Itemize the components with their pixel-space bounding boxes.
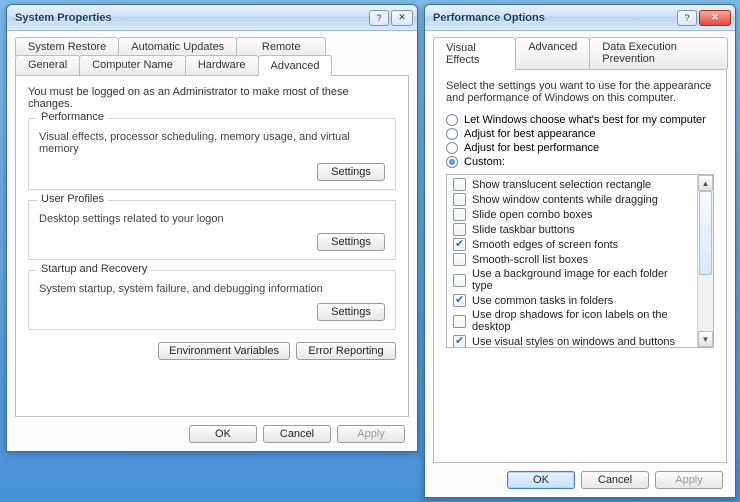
checklist-item[interactable]: Smooth-scroll list boxes xyxy=(451,252,693,267)
checklist-item[interactable]: Slide open combo boxes xyxy=(451,207,693,222)
checkbox-label: Smooth edges of screen fonts xyxy=(472,239,618,251)
intro-text: Select the settings you want to use for … xyxy=(446,80,714,104)
tab-advanced[interactable]: Advanced xyxy=(258,55,333,76)
group-desc: Visual effects, processor scheduling, me… xyxy=(39,131,385,155)
checkbox[interactable] xyxy=(453,238,466,251)
user-profiles-settings-button[interactable]: Settings xyxy=(317,233,385,251)
radio-option[interactable]: Adjust for best performance xyxy=(446,142,714,154)
checkbox[interactable] xyxy=(453,208,466,221)
tab-panel-advanced: You must be logged on as an Administrato… xyxy=(15,75,409,417)
group-performance: Performance Visual effects, processor sc… xyxy=(28,118,396,190)
titlebar[interactable]: Performance Options ? ✕ xyxy=(425,5,735,31)
group-desc: System startup, system failure, and debu… xyxy=(39,283,385,295)
checkbox[interactable] xyxy=(453,335,466,348)
tab-system-restore[interactable]: System Restore xyxy=(15,37,119,56)
group-title: Startup and Recovery xyxy=(37,263,151,275)
checklist-item[interactable]: Slide taskbar buttons xyxy=(451,222,693,237)
checkbox[interactable] xyxy=(453,193,466,206)
radio-indicator[interactable] xyxy=(446,142,458,154)
checkbox-label: Smooth-scroll list boxes xyxy=(472,254,588,266)
checkbox[interactable] xyxy=(453,315,466,328)
radio-label: Adjust for best performance xyxy=(464,142,599,154)
window-title: Performance Options xyxy=(433,12,677,24)
ok-button[interactable]: OK xyxy=(507,471,575,489)
checkbox-label: Slide open combo boxes xyxy=(472,209,592,221)
tab-visual-effects[interactable]: Visual Effects xyxy=(433,37,516,70)
checklist-item[interactable]: Show window contents while dragging xyxy=(451,192,693,207)
tab-automatic-updates[interactable]: Automatic Updates xyxy=(118,37,237,56)
checkbox-label: Use drop shadows for icon labels on the … xyxy=(472,309,691,333)
checkbox-label: Show translucent selection rectangle xyxy=(472,179,651,191)
tab-general[interactable]: General xyxy=(15,55,80,75)
scroll-track[interactable] xyxy=(698,191,713,331)
system-properties-window: System Properties ? ✕ System Restore Aut… xyxy=(6,4,418,452)
checklist-item[interactable]: Smooth edges of screen fonts xyxy=(451,237,693,252)
checkbox[interactable] xyxy=(453,253,466,266)
checkbox[interactable] xyxy=(453,178,466,191)
checkbox-label: Use visual styles on windows and buttons xyxy=(472,336,675,348)
radio-label: Custom: xyxy=(464,156,505,168)
checklist-item[interactable]: Show translucent selection rectangle xyxy=(451,177,693,192)
checklist-item[interactable]: Use common tasks in folders xyxy=(451,293,693,308)
help-button[interactable]: ? xyxy=(369,10,389,26)
tab-remote[interactable]: Remote xyxy=(236,37,326,56)
checklist-item[interactable]: Use visual styles on windows and buttons xyxy=(451,334,693,348)
environment-variables-button[interactable]: Environment Variables xyxy=(158,342,290,360)
tab-panel-visual-effects: Select the settings you want to use for … xyxy=(433,69,727,463)
radio-indicator[interactable] xyxy=(446,156,458,168)
help-button[interactable]: ? xyxy=(677,10,697,26)
tab-computer-name[interactable]: Computer Name xyxy=(79,55,186,75)
error-reporting-button[interactable]: Error Reporting xyxy=(296,342,396,360)
tab-row: Visual Effects Advanced Data Execution P… xyxy=(433,37,727,69)
performance-options-window: Performance Options ? ✕ Visual Effects A… xyxy=(424,4,736,498)
group-user-profiles: User Profiles Desktop settings related t… xyxy=(28,200,396,260)
checklist-item[interactable]: Use a background image for each folder t… xyxy=(451,267,693,293)
close-button[interactable]: ✕ xyxy=(699,10,731,26)
radio-option[interactable]: Custom: xyxy=(446,156,714,168)
apply-button[interactable]: Apply xyxy=(655,471,723,489)
checkbox-label: Show window contents while dragging xyxy=(472,194,658,206)
window-title: System Properties xyxy=(15,12,369,24)
radio-option[interactable]: Adjust for best appearance xyxy=(446,128,714,140)
visual-effects-checklist: Show translucent selection rectangle Show… xyxy=(446,174,714,348)
visual-effects-radio-group: Let Windows choose what's best for my co… xyxy=(446,112,714,170)
checkbox[interactable] xyxy=(453,294,466,307)
ok-button[interactable]: OK xyxy=(189,425,257,443)
titlebar[interactable]: System Properties ? ✕ xyxy=(7,5,417,31)
group-title: User Profiles xyxy=(37,193,108,205)
performance-settings-button[interactable]: Settings xyxy=(317,163,385,181)
radio-indicator[interactable] xyxy=(446,114,458,126)
tab-row-upper: System Restore Automatic Updates Remote xyxy=(15,37,409,56)
apply-button[interactable]: Apply xyxy=(337,425,405,443)
checkbox-label: Slide taskbar buttons xyxy=(472,224,575,236)
checkbox-label: Use a background image for each folder t… xyxy=(472,268,691,292)
checkbox[interactable] xyxy=(453,274,466,287)
radio-option[interactable]: Let Windows choose what's best for my co… xyxy=(446,114,714,126)
scroll-thumb[interactable] xyxy=(699,191,712,275)
checkbox[interactable] xyxy=(453,223,466,236)
checklist-item[interactable]: Use drop shadows for icon labels on the … xyxy=(451,308,693,334)
group-desc: Desktop settings related to your logon xyxy=(39,213,385,225)
scrollbar[interactable]: ▲ ▼ xyxy=(697,175,713,347)
tab-hardware[interactable]: Hardware xyxy=(185,55,259,75)
group-title: Performance xyxy=(37,111,108,123)
scroll-down-button[interactable]: ▼ xyxy=(698,331,713,347)
close-button[interactable]: ✕ xyxy=(391,10,413,26)
tab-dep[interactable]: Data Execution Prevention xyxy=(589,37,728,69)
tab-advanced[interactable]: Advanced xyxy=(515,37,590,69)
tab-row-lower: General Computer Name Hardware Advanced xyxy=(15,55,409,75)
cancel-button[interactable]: Cancel xyxy=(581,471,649,489)
radio-label: Adjust for best appearance xyxy=(464,128,595,140)
radio-indicator[interactable] xyxy=(446,128,458,140)
startup-settings-button[interactable]: Settings xyxy=(317,303,385,321)
radio-label: Let Windows choose what's best for my co… xyxy=(464,114,706,126)
cancel-button[interactable]: Cancel xyxy=(263,425,331,443)
group-startup-recovery: Startup and Recovery System startup, sys… xyxy=(28,270,396,330)
scroll-up-button[interactable]: ▲ xyxy=(698,175,713,191)
admin-hint: You must be logged on as an Administrato… xyxy=(28,86,396,110)
checkbox-label: Use common tasks in folders xyxy=(472,295,613,307)
